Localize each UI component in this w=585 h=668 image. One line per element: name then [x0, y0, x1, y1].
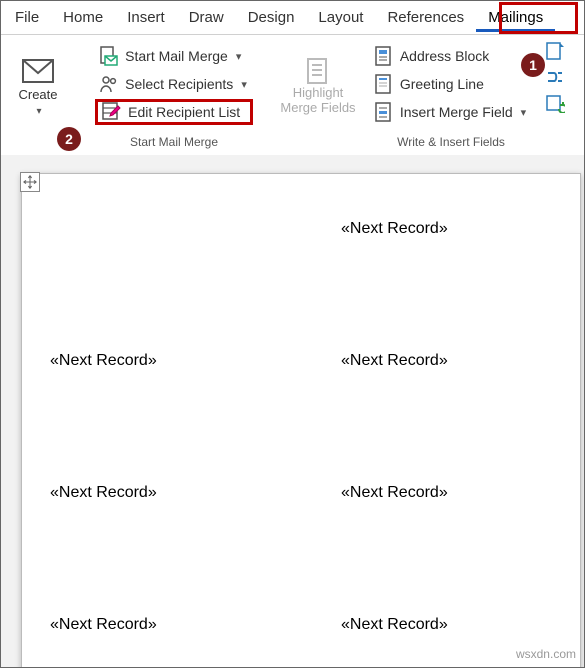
- ribbon-group-highlight: Highlight Merge Fields: [273, 35, 363, 155]
- document-mail-icon: [99, 46, 119, 66]
- label-cell[interactable]: «Next Record»: [341, 352, 552, 484]
- edit-recipient-list-label: Edit Recipient List: [128, 104, 240, 120]
- start-mail-merge-label: Start Mail Merge: [125, 48, 228, 64]
- annotation-badge-2: 2: [57, 127, 81, 151]
- document-page[interactable]: «Next Record» «Next Record» «Next Record…: [21, 173, 581, 667]
- label-cell[interactable]: «Next Record»: [50, 616, 261, 667]
- table-move-handle[interactable]: [20, 172, 40, 192]
- edit-recipient-list-button[interactable]: Edit Recipient List: [95, 99, 253, 125]
- insert-merge-field-button[interactable]: Insert Merge Field ▾: [370, 99, 532, 125]
- menu-design[interactable]: Design: [236, 3, 307, 32]
- annotation-box-mailings: [499, 2, 578, 34]
- address-block-icon: [374, 46, 394, 66]
- merge-field: «Next Record»: [50, 616, 157, 634]
- ribbon-group-write-insert: Address Block Greeting Line Insert Merge…: [363, 35, 539, 155]
- ribbon: Create Start Mail Merge ▾: [1, 35, 584, 155]
- label-cell[interactable]: «Next Record»: [50, 352, 261, 484]
- highlight-label-2: Merge Fields: [280, 100, 355, 115]
- edit-list-icon: [102, 102, 122, 122]
- document-highlight-icon: [302, 57, 334, 81]
- label-cell[interactable]: «Next Record»: [341, 220, 552, 352]
- menu-draw[interactable]: Draw: [177, 3, 236, 32]
- envelope-icon: [22, 59, 54, 83]
- annotation-badge-1: 1: [521, 53, 545, 77]
- labels-grid: «Next Record» «Next Record» «Next Record…: [50, 220, 552, 667]
- merge-field: «Next Record»: [50, 352, 157, 370]
- label-cell[interactable]: «Next Record»: [50, 484, 261, 616]
- document-area: «Next Record» «Next Record» «Next Record…: [1, 155, 584, 667]
- rules-icon[interactable]: [545, 41, 565, 61]
- people-icon: [99, 74, 119, 94]
- menu-references[interactable]: References: [375, 3, 476, 32]
- menu-layout[interactable]: Layout: [306, 3, 375, 32]
- chevron-down-icon: ▾: [241, 78, 247, 91]
- highlight-merge-fields-button: Highlight Merge Fields: [276, 43, 360, 129]
- group-label-create: [36, 133, 39, 153]
- menu-file[interactable]: File: [3, 3, 51, 32]
- menu-bar: File Home Insert Draw Design Layout Refe…: [1, 1, 584, 35]
- create-button[interactable]: Create: [7, 45, 69, 131]
- merge-field: «Next Record»: [341, 220, 448, 238]
- watermark: wsxdn.com: [516, 647, 576, 661]
- insert-field-icon: [374, 102, 394, 122]
- greeting-line-button[interactable]: Greeting Line: [370, 71, 532, 97]
- highlight-label-1: Highlight: [293, 85, 344, 100]
- merge-field: «Next Record»: [341, 484, 448, 502]
- create-label: Create: [18, 87, 57, 102]
- match-fields-icon[interactable]: [545, 67, 565, 87]
- group-label-write-insert: Write & Insert Fields: [397, 133, 505, 153]
- greeting-line-icon: [374, 74, 394, 94]
- insert-merge-field-label: Insert Merge Field: [400, 104, 513, 120]
- label-cell[interactable]: «Next Record»: [341, 484, 552, 616]
- group-label-start-mail-merge: Start Mail Merge: [130, 133, 218, 153]
- menu-home[interactable]: Home: [51, 3, 115, 32]
- ribbon-group-start-mail-merge: Start Mail Merge ▾ Select Recipients ▾ E…: [75, 35, 273, 155]
- menu-insert[interactable]: Insert: [115, 3, 177, 32]
- ribbon-extra-icons: [539, 35, 567, 155]
- address-block-button[interactable]: Address Block: [370, 43, 532, 69]
- chevron-down-icon: ▾: [236, 50, 242, 63]
- chevron-down-icon: ▾: [521, 106, 527, 119]
- select-recipients-button[interactable]: Select Recipients ▾: [95, 71, 253, 97]
- select-recipients-label: Select Recipients: [125, 76, 233, 92]
- merge-field: «Next Record»: [341, 352, 448, 370]
- label-cell[interactable]: [50, 220, 261, 352]
- greeting-line-label: Greeting Line: [400, 76, 484, 92]
- chevron-down-icon: [34, 102, 41, 117]
- start-mail-merge-button[interactable]: Start Mail Merge ▾: [95, 43, 253, 69]
- merge-field: «Next Record»: [50, 484, 157, 502]
- merge-field: «Next Record»: [341, 616, 448, 634]
- update-labels-icon[interactable]: [545, 93, 565, 113]
- group-label-highlight: [316, 133, 319, 153]
- address-block-label: Address Block: [400, 48, 489, 64]
